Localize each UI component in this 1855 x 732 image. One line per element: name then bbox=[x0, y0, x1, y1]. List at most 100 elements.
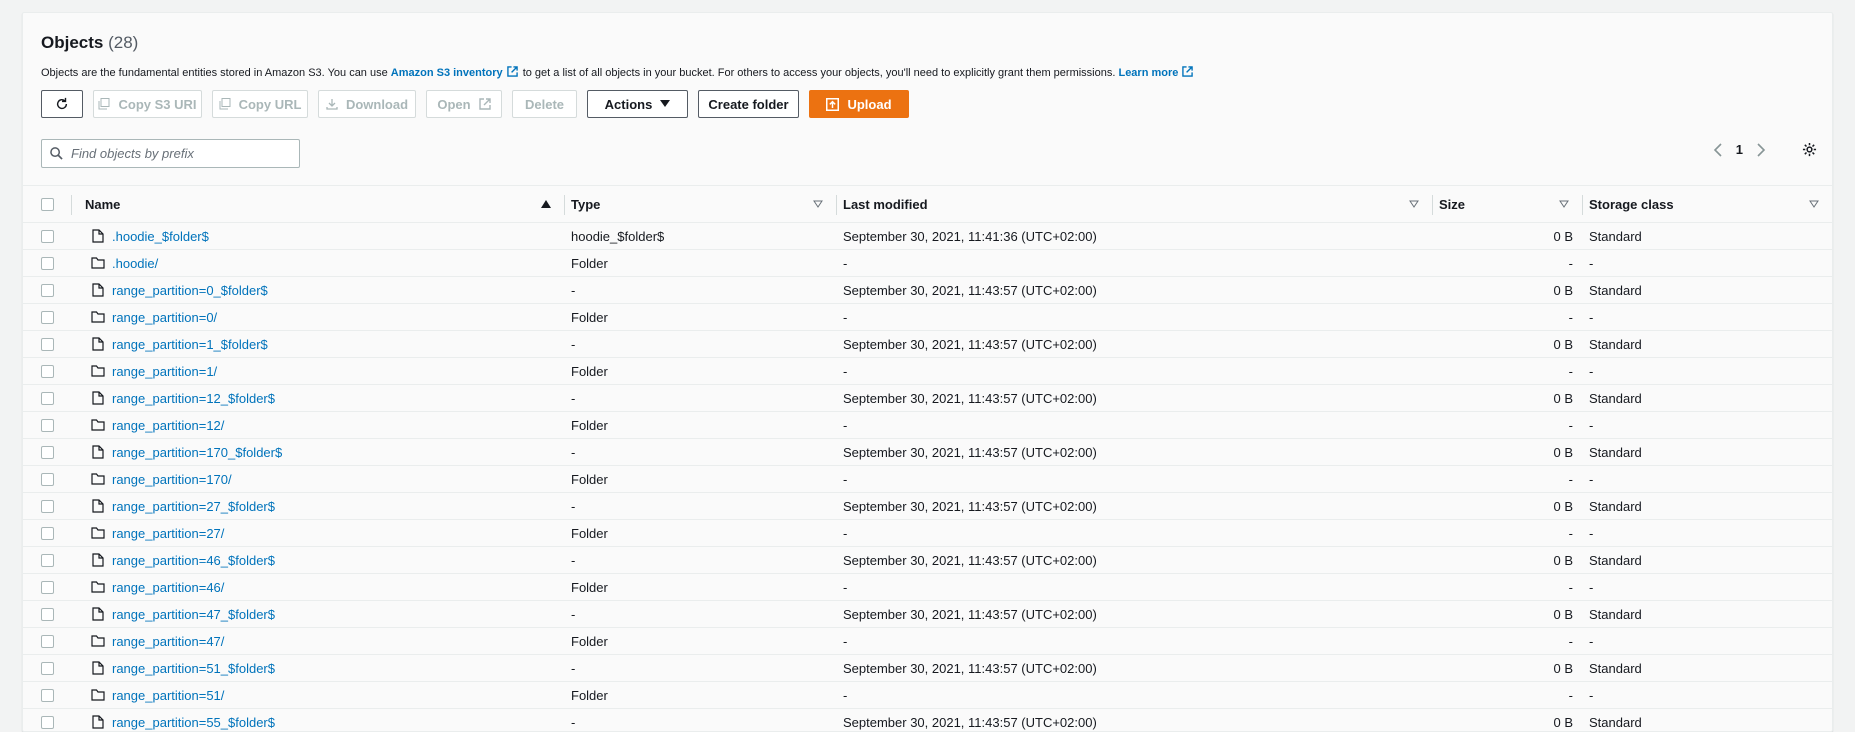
table-row[interactable]: range_partition=46_$folder$ - September 30… bbox=[23, 547, 1832, 574]
row-checkbox[interactable] bbox=[41, 715, 54, 729]
object-name-link[interactable]: range_partition=1_$folder$ bbox=[112, 337, 268, 352]
object-name-link[interactable]: range_partition=170_$folder$ bbox=[112, 445, 282, 460]
refresh-button[interactable] bbox=[41, 90, 83, 118]
object-count: (28) bbox=[108, 33, 139, 52]
type-cell: Folder bbox=[571, 309, 608, 325]
object-name-link[interactable]: range_partition=27_$folder$ bbox=[112, 499, 275, 514]
delete-button[interactable]: Delete bbox=[512, 90, 577, 118]
table-row[interactable]: range_partition=12/Folder - - - bbox=[23, 412, 1832, 439]
row-checkbox[interactable] bbox=[41, 526, 54, 540]
s3-inventory-link[interactable]: Amazon S3 inventory bbox=[391, 67, 503, 79]
type-cell: - bbox=[571, 390, 576, 406]
column-header-storage-class[interactable]: Storage class bbox=[1589, 186, 1829, 223]
last-modified-cell: - bbox=[843, 579, 848, 595]
last-modified-cell: September 30, 2021, 11:43:57 (UTC+02:00) bbox=[843, 552, 1097, 568]
row-checkbox[interactable] bbox=[41, 418, 54, 432]
object-name-link[interactable]: range_partition=46/ bbox=[112, 580, 224, 595]
size-cell: 0 B bbox=[1553, 444, 1573, 460]
row-checkbox[interactable] bbox=[41, 661, 54, 675]
last-modified-cell: - bbox=[843, 309, 848, 325]
row-checkbox[interactable] bbox=[41, 229, 54, 243]
row-checkbox[interactable] bbox=[41, 634, 54, 648]
row-checkbox[interactable] bbox=[41, 499, 54, 513]
table-row[interactable]: range_partition=51_$folder$ - September 30… bbox=[23, 655, 1832, 682]
copy-s3-uri-button[interactable]: Copy S3 URI bbox=[93, 90, 202, 118]
object-name-link[interactable]: .hoodie_$folder$ bbox=[112, 229, 209, 244]
preferences-button[interactable] bbox=[1802, 142, 1817, 162]
row-checkbox[interactable] bbox=[41, 337, 54, 351]
page-number[interactable]: 1 bbox=[1736, 142, 1743, 157]
search-icon bbox=[50, 147, 63, 160]
object-name-link[interactable]: range_partition=0_$folder$ bbox=[112, 283, 268, 298]
storage-class-cell: Standard bbox=[1589, 444, 1642, 460]
table-row[interactable]: range_partition=55_$folder$ - September 30… bbox=[23, 709, 1832, 731]
object-name-link[interactable]: .hoodie/ bbox=[112, 256, 158, 271]
upload-button[interactable]: Upload bbox=[809, 90, 909, 118]
object-name-link[interactable]: range_partition=55_$folder$ bbox=[112, 715, 275, 730]
table-row[interactable]: range_partition=170/Folder - - - bbox=[23, 466, 1832, 493]
table-row[interactable]: range_partition=47_$folder$ - September 30… bbox=[23, 601, 1832, 628]
table-row[interactable]: range_partition=12_$folder$ - September 30… bbox=[23, 385, 1832, 412]
sort-icon bbox=[1559, 200, 1569, 208]
object-name-link[interactable]: range_partition=47_$folder$ bbox=[112, 607, 275, 622]
storage-class-cell: - bbox=[1589, 417, 1594, 433]
object-name-link[interactable]: range_partition=0/ bbox=[112, 310, 217, 325]
chevron-left-icon[interactable] bbox=[1713, 142, 1722, 157]
row-select-cell bbox=[41, 628, 61, 654]
create-folder-button[interactable]: Create folder bbox=[698, 90, 799, 118]
object-name-link[interactable]: range_partition=51_$folder$ bbox=[112, 661, 275, 676]
row-checkbox[interactable] bbox=[41, 472, 54, 486]
row-checkbox[interactable] bbox=[41, 445, 54, 459]
column-header-last-modified[interactable]: Last modified bbox=[843, 186, 1429, 223]
size-cell: 0 B bbox=[1553, 228, 1573, 244]
table-row[interactable]: range_partition=1_$folder$ - September 30,… bbox=[23, 331, 1832, 358]
object-name-link[interactable]: range_partition=12_$folder$ bbox=[112, 391, 275, 406]
table-row[interactable]: range_partition=27_$folder$ - September 30… bbox=[23, 493, 1832, 520]
last-modified-cell: - bbox=[843, 363, 848, 379]
row-checkbox[interactable] bbox=[41, 688, 54, 702]
type-cell: Folder bbox=[571, 579, 608, 595]
object-name-link[interactable]: range_partition=46_$folder$ bbox=[112, 553, 275, 568]
object-name-link[interactable]: range_partition=51/ bbox=[112, 688, 224, 703]
table-row[interactable]: range_partition=51/Folder - - - bbox=[23, 682, 1832, 709]
row-checkbox[interactable] bbox=[41, 283, 54, 297]
size-cell: 0 B bbox=[1553, 282, 1573, 298]
select-all-checkbox[interactable] bbox=[41, 198, 54, 211]
table-row[interactable]: range_partition=0_$folder$ - September 30,… bbox=[23, 277, 1832, 304]
row-checkbox[interactable] bbox=[41, 553, 54, 567]
object-name-link[interactable]: range_partition=47/ bbox=[112, 634, 224, 649]
row-checkbox[interactable] bbox=[41, 364, 54, 378]
object-name-link[interactable]: range_partition=27/ bbox=[112, 526, 224, 541]
download-button[interactable]: Download bbox=[318, 90, 416, 118]
table-row[interactable]: .hoodie/Folder - - - bbox=[23, 250, 1832, 277]
chevron-right-icon[interactable] bbox=[1757, 142, 1766, 157]
row-checkbox[interactable] bbox=[41, 310, 54, 324]
actions-button[interactable]: Actions bbox=[587, 90, 688, 118]
object-name-link[interactable]: range_partition=1/ bbox=[112, 364, 217, 379]
folder-icon bbox=[91, 257, 105, 269]
column-header-size[interactable]: Size bbox=[1439, 186, 1579, 223]
object-name-link[interactable]: range_partition=12/ bbox=[112, 418, 224, 433]
column-header-name[interactable]: Name bbox=[85, 186, 561, 223]
copy-url-button[interactable]: Copy URL bbox=[212, 90, 308, 118]
row-checkbox[interactable] bbox=[41, 607, 54, 621]
table-row[interactable]: range_partition=46/Folder - - - bbox=[23, 574, 1832, 601]
table-row[interactable]: range_partition=1/Folder - - - bbox=[23, 358, 1832, 385]
external-link-icon bbox=[478, 98, 491, 110]
table-row[interactable]: range_partition=0/Folder - - - bbox=[23, 304, 1832, 331]
last-modified-cell: September 30, 2021, 11:43:57 (UTC+02:00) bbox=[843, 714, 1097, 730]
object-name-link[interactable]: range_partition=170/ bbox=[112, 472, 232, 487]
table-row[interactable]: range_partition=170_$folder$ - September 3… bbox=[23, 439, 1832, 466]
table-row[interactable]: range_partition=27/Folder - - - bbox=[23, 520, 1832, 547]
row-checkbox[interactable] bbox=[41, 580, 54, 594]
table-row[interactable]: .hoodie_$folder$ hoodie_$folder$ September… bbox=[23, 223, 1832, 250]
name-cell: range_partition=12/ bbox=[91, 412, 561, 438]
open-button[interactable]: Open bbox=[426, 90, 502, 118]
name-cell: range_partition=47/ bbox=[91, 628, 561, 654]
learn-more-link[interactable]: Learn more bbox=[1118, 67, 1178, 79]
row-checkbox[interactable] bbox=[41, 391, 54, 405]
column-header-type[interactable]: Type bbox=[571, 186, 833, 223]
search-input[interactable] bbox=[71, 146, 271, 161]
row-checkbox[interactable] bbox=[41, 256, 54, 270]
table-row[interactable]: range_partition=47/Folder - - - bbox=[23, 628, 1832, 655]
